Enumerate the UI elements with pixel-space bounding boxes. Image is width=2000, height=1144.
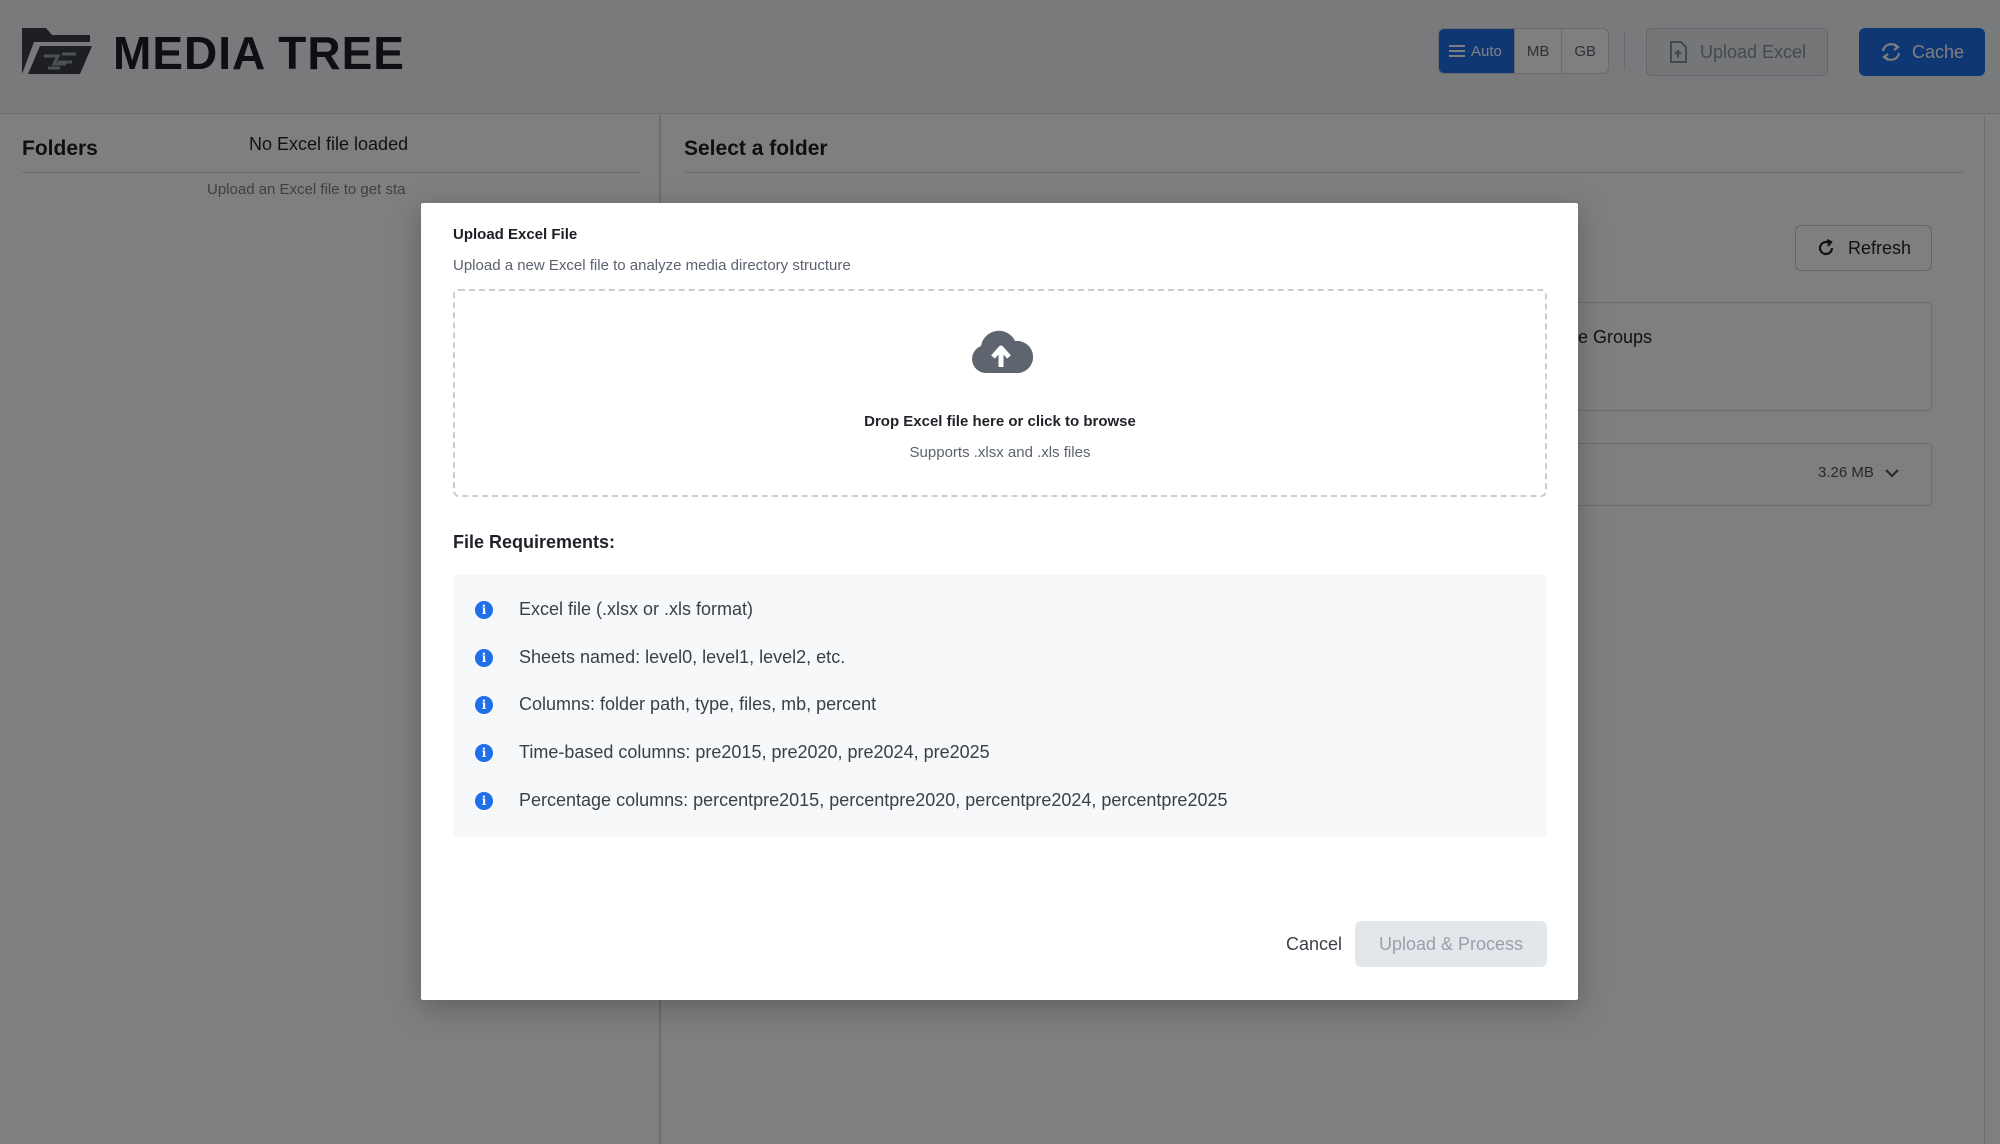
requirements-list: i Excel file (.xlsx or .xls format) i Sh…	[453, 575, 1547, 837]
list-item: i Columns: folder path, type, files, mb,…	[475, 694, 876, 715]
upload-process-button[interactable]: Upload & Process	[1355, 921, 1547, 967]
info-icon: i	[475, 743, 493, 762]
list-item: i Time-based columns: pre2015, pre2020, …	[475, 742, 990, 763]
list-item: i Percentage columns: percentpre2015, pe…	[475, 790, 1228, 811]
cancel-button[interactable]: Cancel	[1259, 921, 1369, 967]
info-icon: i	[475, 600, 493, 619]
modal-title: Upload Excel File	[453, 226, 578, 243]
requirement-text: Percentage columns: percentpre2015, perc…	[519, 790, 1228, 810]
cloud-upload-icon	[972, 330, 1033, 373]
requirements-title: File Requirements:	[453, 532, 616, 552]
dropzone-title: Drop Excel file here or click to browse	[864, 413, 1136, 430]
upload-modal: Upload Excel File Upload a new Excel fil…	[421, 203, 1578, 1000]
requirement-text: Excel file (.xlsx or .xls format)	[519, 599, 754, 619]
info-icon: i	[475, 648, 493, 667]
list-item: i Excel file (.xlsx or .xls format)	[475, 599, 753, 620]
info-icon: i	[475, 791, 493, 810]
requirement-text: Sheets named: level0, level1, level2, et…	[519, 647, 846, 667]
requirement-text: Time-based columns: pre2015, pre2020, pr…	[519, 742, 990, 762]
requirement-text: Columns: folder path, type, files, mb, p…	[519, 694, 877, 714]
info-icon: i	[475, 695, 493, 714]
modal-subtitle: Upload a new Excel file to analyze media…	[453, 257, 851, 274]
list-item: i Sheets named: level0, level1, level2, …	[475, 647, 845, 668]
dropzone-subtitle: Supports .xlsx and .xls files	[909, 444, 1091, 461]
file-dropzone[interactable]: Drop Excel file here or click to browse …	[453, 289, 1547, 497]
